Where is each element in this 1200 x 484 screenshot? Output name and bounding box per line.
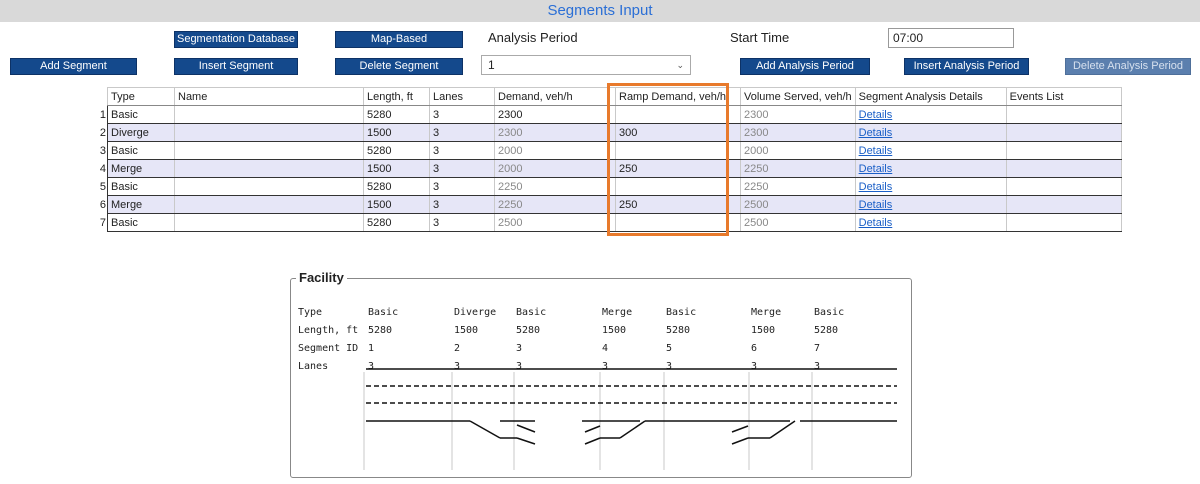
merge-ramp-line xyxy=(731,425,749,433)
diverge-ramp-line xyxy=(469,420,501,439)
merge-ramp-line xyxy=(584,437,601,445)
merge-ramp-line xyxy=(769,420,796,439)
diverge-ramp-line xyxy=(516,437,536,445)
merge-ramp-line xyxy=(584,425,601,433)
merge-ramp-line xyxy=(619,420,646,439)
facility-diagram xyxy=(363,368,897,470)
diverge-ramp-line xyxy=(516,424,536,433)
merge-ramp-line xyxy=(731,437,749,445)
